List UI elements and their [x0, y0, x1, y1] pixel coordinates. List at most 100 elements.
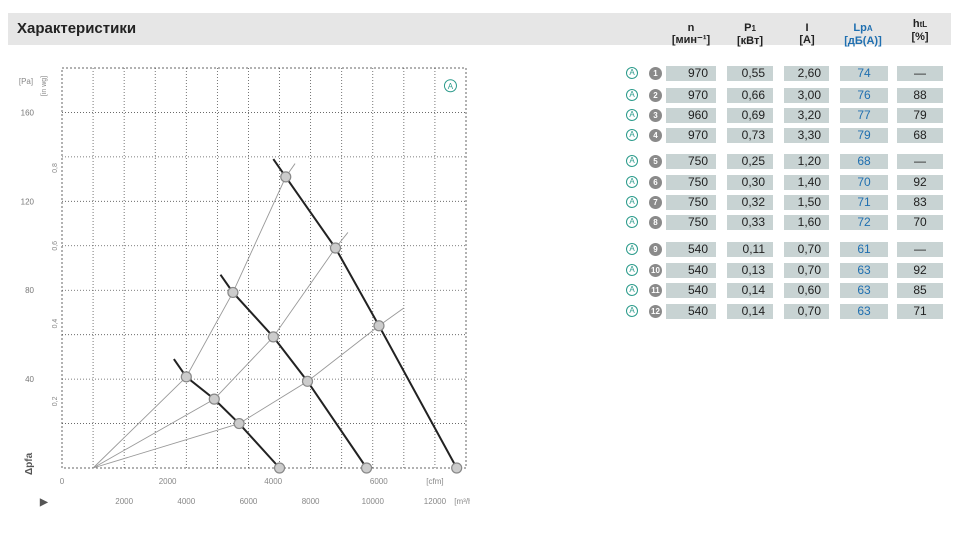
cell-p1: 0,66 — [727, 88, 773, 103]
row-marker-icon: A — [626, 243, 638, 255]
cell-htl: — — [897, 154, 943, 169]
cell-p1: 0,14 — [727, 304, 773, 319]
cell-lpa: 71 — [840, 195, 888, 210]
cfm-tick-label: 2000 — [159, 477, 177, 486]
row-marker-icon: A — [626, 129, 638, 141]
x-tick-label: 4000 — [177, 497, 195, 506]
y-tick-label: 40 — [25, 375, 34, 384]
x-unit-label-m3h: [m³/h] — [454, 497, 470, 506]
cell-n: 750 — [666, 154, 716, 169]
row-number-badge: 2 — [649, 89, 662, 102]
col-header-lpa: LpA [дБ(A)] — [844, 22, 882, 47]
cell-i: 3,00 — [784, 88, 829, 103]
row-marker-icon: A — [626, 109, 638, 121]
cell-i: 0,70 — [784, 263, 829, 278]
cell-p1: 0,33 — [727, 215, 773, 230]
inwg-tick-label: 0,6 — [52, 241, 59, 251]
row-marker-icon: A — [626, 305, 638, 317]
x-tick-label: 12000 — [424, 497, 447, 506]
cell-i: 3,20 — [784, 108, 829, 123]
col-header-p1: P1 [кВт] — [736, 22, 764, 47]
cell-i: 1,40 — [784, 175, 829, 190]
cell-htl: 79 — [897, 108, 943, 123]
operating-point-marker — [329, 242, 342, 254]
cell-htl: 83 — [897, 195, 943, 210]
page-title: Характеристики — [17, 20, 137, 37]
operating-point-marker — [208, 393, 220, 405]
cell-n: 750 — [666, 175, 716, 190]
row-number-badge: 9 — [649, 243, 662, 256]
cell-lpa: 74 — [840, 66, 888, 81]
cell-i: 0,60 — [784, 283, 829, 298]
x-tick-label: 10000 — [362, 497, 385, 506]
system-curve — [92, 163, 296, 469]
row-number-badge: 4 — [649, 129, 662, 142]
cell-lpa: 63 — [840, 304, 888, 319]
cell-n: 540 — [666, 304, 716, 319]
cell-p1: 0,30 — [727, 175, 773, 190]
cell-lpa: 61 — [840, 242, 888, 257]
inwg-tick-label: 0,4 — [52, 319, 59, 329]
cell-p1: 0,14 — [727, 283, 773, 298]
y-tick-label: 80 — [25, 286, 34, 295]
row-marker-icon: A — [626, 89, 638, 101]
row-number-badge: 1 — [649, 67, 662, 80]
cell-n: 540 — [666, 242, 716, 257]
inwg-tick-label: 0,2 — [52, 396, 59, 406]
x-tick-label: 8000 — [302, 497, 320, 506]
cell-i: 1,60 — [784, 215, 829, 230]
cell-n: 750 — [666, 195, 716, 210]
cell-n: 970 — [666, 66, 716, 81]
operating-point-marker — [273, 462, 286, 474]
cell-p1: 0,11 — [727, 242, 773, 257]
operating-point-marker — [373, 320, 385, 332]
operating-point-marker — [301, 375, 314, 387]
row-number-badge: 11 — [649, 284, 662, 297]
fan-curve — [272, 158, 458, 469]
cell-htl: — — [897, 66, 943, 81]
cell-lpa: 79 — [840, 128, 888, 143]
x-axis-label-icon: ▶ — [39, 497, 49, 508]
fan-curve-chart: 40 80 120 160 0,2 0,4 0,6 0,8 [Pa] [in wg] Δpfa 0 20… — [19, 67, 470, 508]
cell-i: 2,60 — [784, 66, 829, 81]
cfm-tick-label: 6000 — [370, 477, 388, 486]
row-number-badge: 10 — [649, 264, 662, 277]
cell-htl: 70 — [897, 215, 943, 230]
row-marker-icon: A — [626, 264, 638, 276]
row-number-badge: 6 — [649, 176, 662, 189]
cell-lpa: 77 — [840, 108, 888, 123]
cell-n: 750 — [666, 215, 716, 230]
row-number-badge: 5 — [649, 155, 662, 168]
cell-lpa: 70 — [840, 175, 888, 190]
cell-lpa: 76 — [840, 88, 888, 103]
cell-i: 1,50 — [784, 195, 829, 210]
y-unit-label-inwg: [in wg] — [41, 76, 48, 96]
row-number-badge: 7 — [649, 196, 662, 209]
row-number-badge: 8 — [649, 216, 662, 229]
x-tick-label: 6000 — [240, 497, 258, 506]
cell-p1: 0,73 — [727, 128, 773, 143]
x-unit-label-cfm: [cfm] — [426, 477, 443, 486]
cell-htl: 85 — [897, 283, 943, 298]
y-unit-label-pa: [Pa] — [19, 77, 33, 86]
chart-badge-label: A — [448, 82, 454, 91]
cell-i: 3,30 — [784, 128, 829, 143]
fan-curve — [219, 274, 368, 469]
row-number-badge: 3 — [649, 109, 662, 122]
cell-n: 970 — [666, 128, 716, 143]
operating-point-marker — [180, 371, 192, 383]
cell-htl: 68 — [897, 128, 943, 143]
y-tick-label: 120 — [21, 197, 35, 206]
cell-p1: 0,32 — [727, 195, 773, 210]
cfm-tick-label: 4000 — [264, 477, 282, 486]
operating-point-marker — [267, 331, 279, 343]
col-header-i: I [A] — [799, 22, 815, 46]
cell-n: 960 — [666, 108, 716, 123]
row-marker-icon: A — [626, 176, 638, 188]
cell-htl: — — [897, 242, 943, 257]
row-number-badge: 12 — [649, 305, 662, 318]
cell-lpa: 68 — [840, 154, 888, 169]
operating-point-marker — [280, 171, 292, 183]
cell-i: 0,70 — [784, 242, 829, 257]
y-axis-label: Δpfa — [24, 452, 35, 475]
